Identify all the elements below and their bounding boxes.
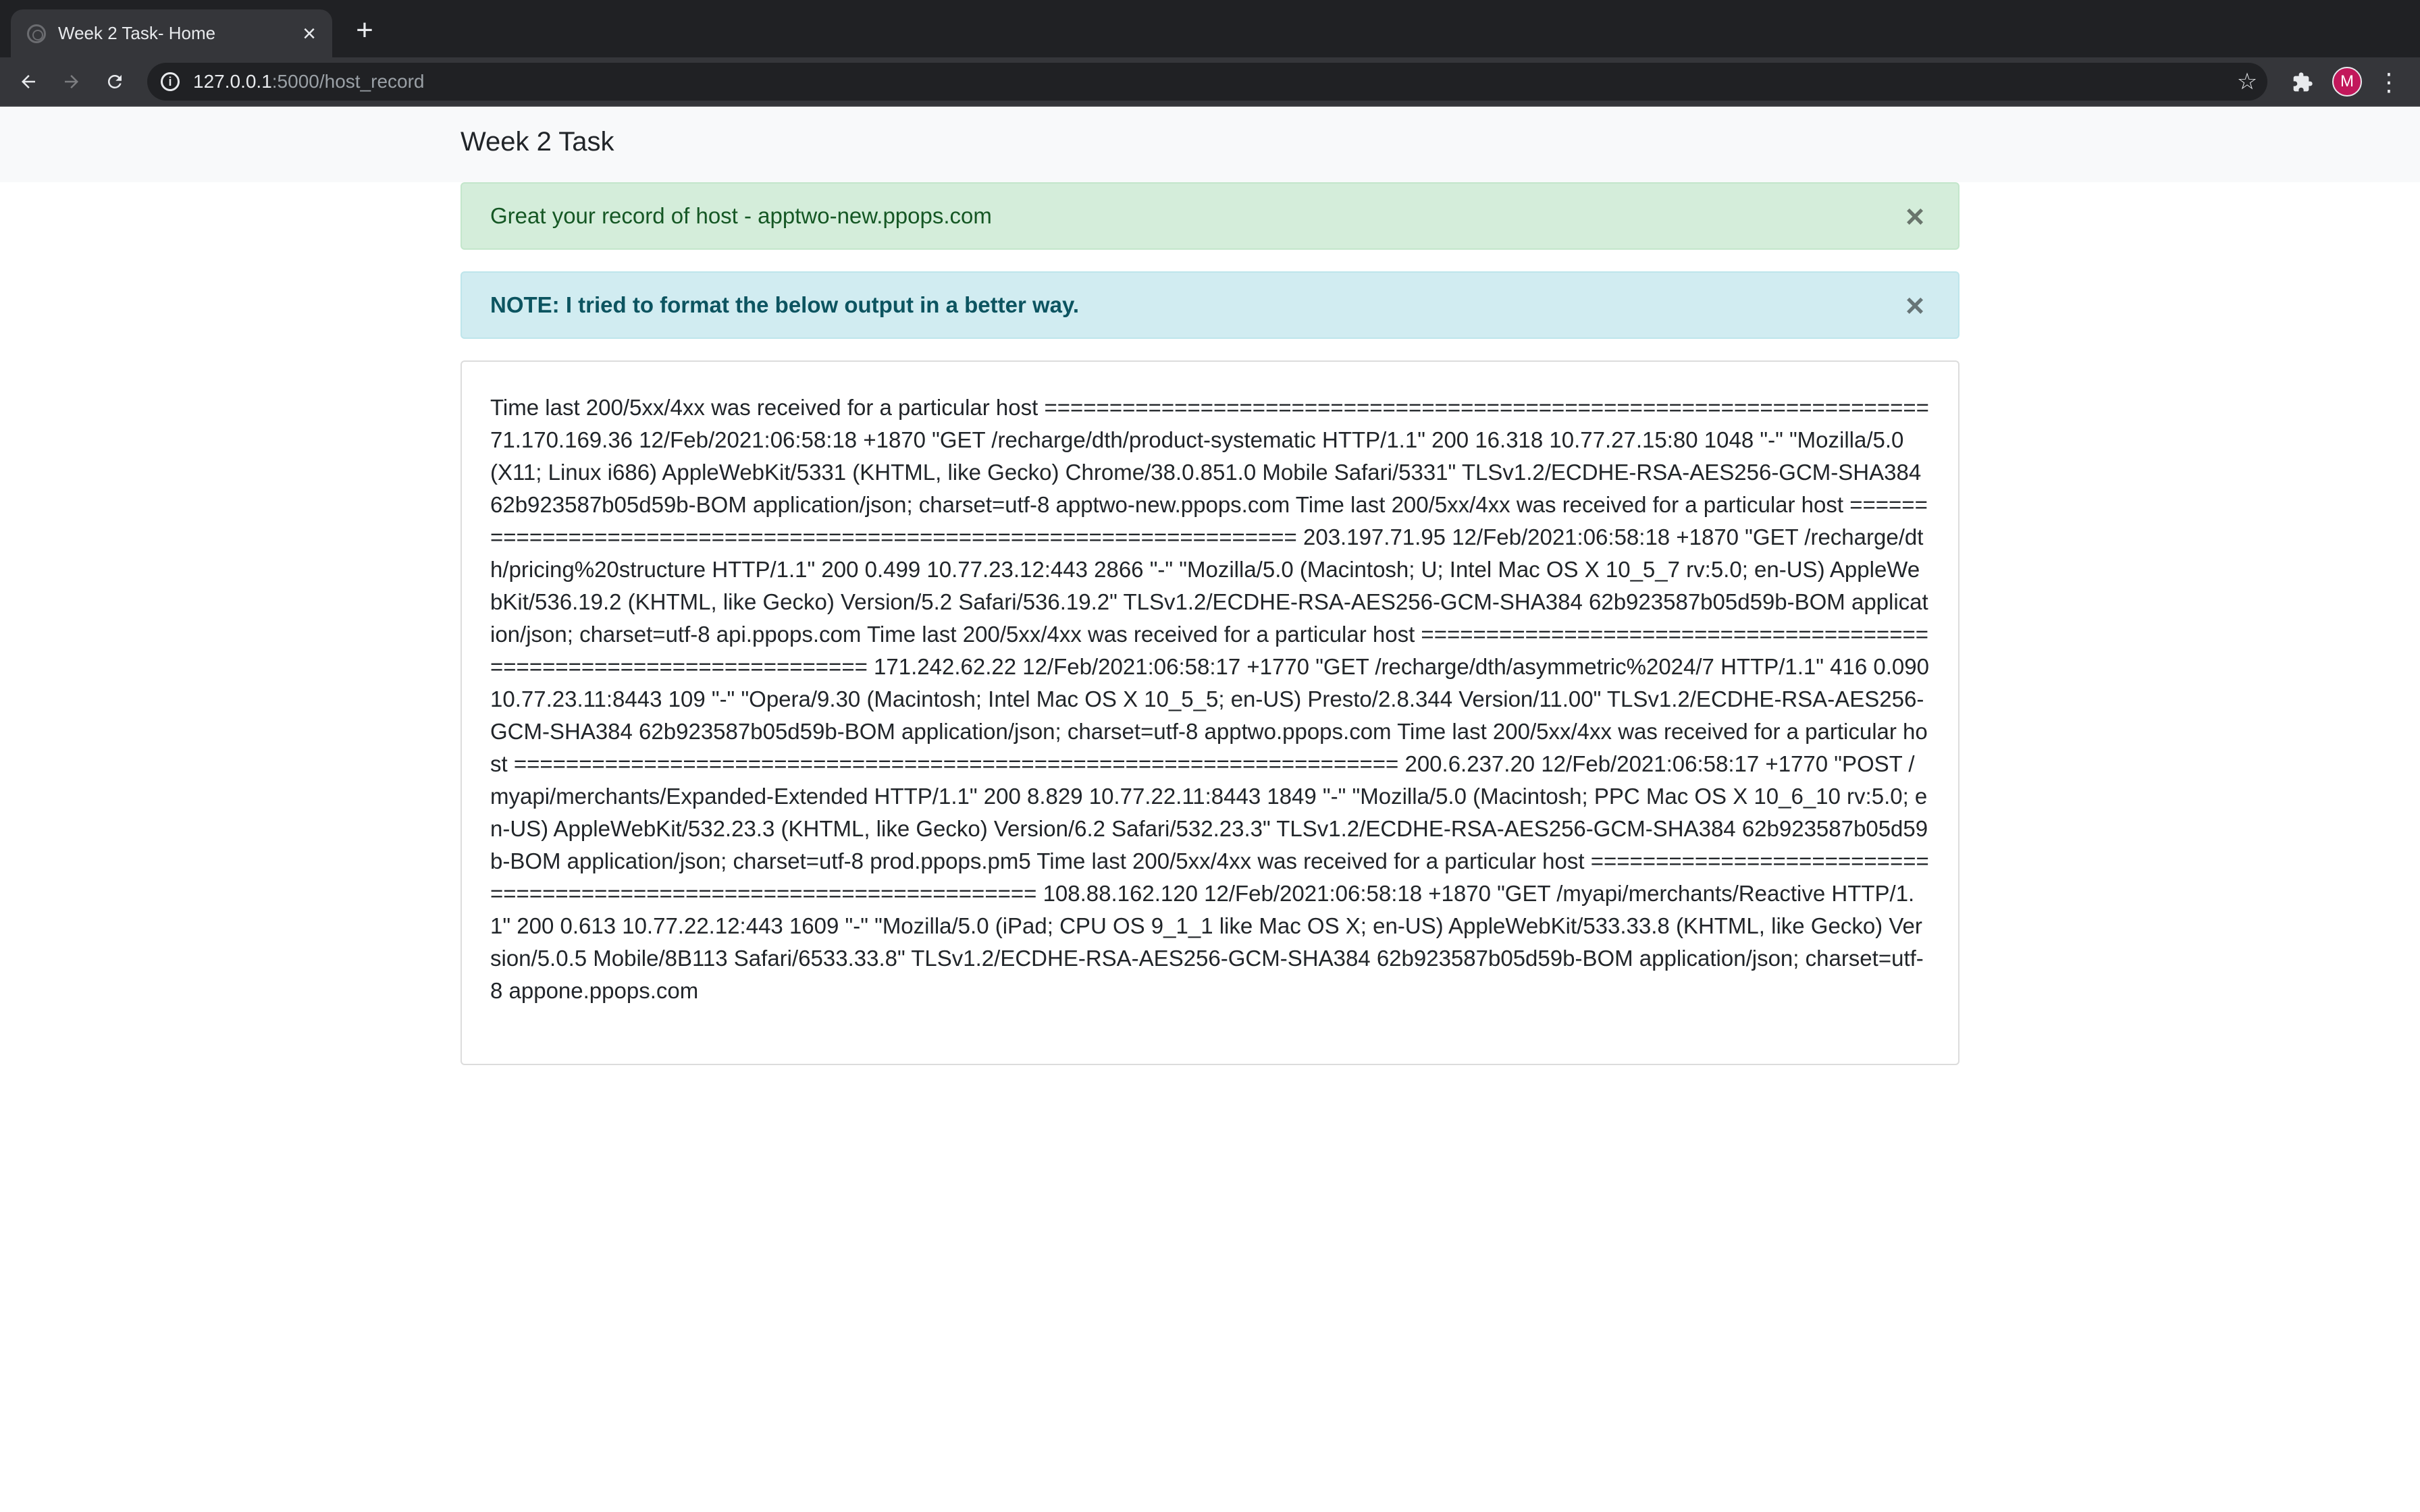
browser-tabstrip: Week 2 Task- Home × +: [0, 0, 2420, 57]
host-record-text: Time last 200/5xx/4xx was received for a…: [490, 395, 1929, 1003]
browser-tab[interactable]: Week 2 Task- Home ×: [11, 9, 332, 57]
info-alert: NOTE: I tried to format the below output…: [461, 271, 1959, 339]
url-path: :5000/host_record: [271, 71, 425, 92]
page-brand[interactable]: Week 2 Task: [461, 127, 614, 157]
globe-icon: [27, 24, 46, 43]
close-icon[interactable]: ×: [1899, 290, 1931, 323]
success-alert-text: Great your record of host - apptwo-new.p…: [490, 203, 992, 228]
star-icon[interactable]: ☆: [2231, 65, 2263, 98]
info-alert-text: NOTE: I tried to format the below output…: [490, 292, 1080, 317]
close-icon[interactable]: ×: [1899, 201, 1931, 234]
avatar[interactable]: M: [2332, 67, 2362, 97]
host-record-card: Time last 200/5xx/4xx was received for a…: [461, 360, 1959, 1065]
arrow-right-icon[interactable]: [54, 64, 89, 99]
url-host: 127.0.0.1: [193, 71, 272, 92]
info-icon[interactable]: i: [161, 72, 180, 91]
address-bar[interactable]: i 127.0.0.1:5000/host_record ☆: [147, 63, 2267, 101]
plus-icon[interactable]: +: [348, 15, 381, 47]
puzzle-icon[interactable]: [2285, 65, 2320, 100]
tab-title: Week 2 Task- Home: [58, 23, 216, 43]
reload-icon[interactable]: [97, 64, 132, 99]
browser-toolbar: i 127.0.0.1:5000/host_record ☆: [0, 57, 2420, 107]
close-icon[interactable]: ×: [294, 19, 324, 49]
page-navbar: Week 2 Task: [0, 107, 2420, 182]
kebab-menu-icon[interactable]: ⋮: [2375, 65, 2402, 100]
success-alert: Great your record of host - apptwo-new.p…: [461, 182, 1959, 250]
arrow-left-icon[interactable]: [11, 64, 46, 99]
